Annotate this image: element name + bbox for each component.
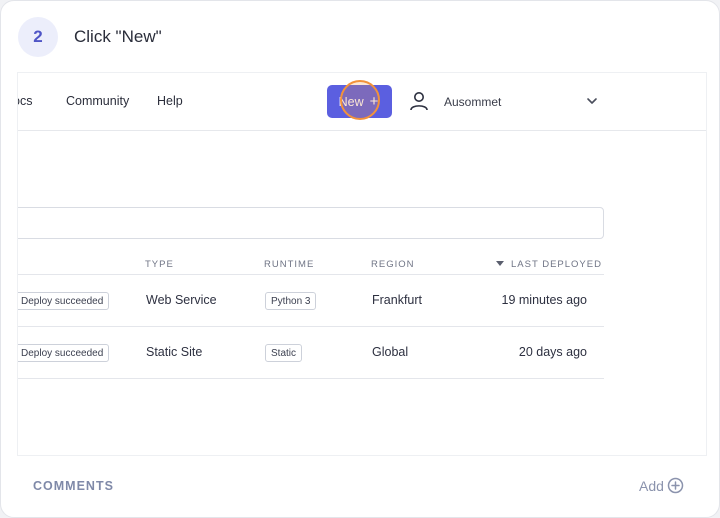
- add-comment-label: Add: [639, 477, 664, 494]
- column-header-runtime[interactable]: RUNTIME: [264, 259, 314, 270]
- column-header-last-deployed-label: LAST DEPLOYED: [511, 259, 602, 270]
- add-comment-button[interactable]: Add: [639, 477, 684, 494]
- user-icon[interactable]: [408, 90, 430, 112]
- step-instruction: Click "New": [74, 27, 162, 46]
- column-header-type[interactable]: TYPE: [145, 259, 174, 270]
- status-badge: Deploy succeeded: [18, 344, 110, 362]
- top-navigation-bar: Docs Community Help New + Ausommet: [18, 73, 706, 131]
- sort-descending-icon: [496, 261, 504, 266]
- region: Global: [372, 345, 409, 359]
- step-number-badge: 2: [18, 17, 58, 57]
- row-divider: [18, 378, 604, 379]
- new-button-label: New: [338, 94, 364, 109]
- last-deployed: 19 minutes ago: [501, 293, 587, 307]
- chevron-down-icon[interactable]: [585, 94, 599, 108]
- runtime-badge: Static: [265, 344, 303, 362]
- app-screenshot: Docs Community Help New + Ausommet TYPE …: [18, 73, 706, 455]
- search-input[interactable]: [18, 207, 604, 239]
- nav-link-docs[interactable]: Docs: [18, 94, 32, 108]
- nav-link-community[interactable]: Community: [66, 94, 129, 108]
- last-deployed: 20 days ago: [518, 345, 587, 359]
- region: Frankfurt: [372, 293, 423, 307]
- status-badge: Deploy succeeded: [18, 292, 110, 310]
- plus-circle-icon: [667, 477, 684, 494]
- row-divider: [18, 326, 604, 327]
- runtime-badge: Python 3: [265, 292, 317, 310]
- nav-link-help[interactable]: Help: [157, 94, 183, 108]
- column-header-region[interactable]: REGION: [371, 259, 414, 270]
- header-divider: [18, 274, 604, 275]
- service-type: Static Site: [146, 345, 203, 359]
- comments-heading: COMMENTS: [33, 479, 114, 493]
- service-type: Web Service: [146, 293, 217, 307]
- account-name[interactable]: Ausommet: [444, 95, 501, 109]
- step-number: 2: [33, 27, 43, 46]
- column-header-last-deployed[interactable]: LAST DEPLOYED: [496, 259, 602, 270]
- plus-icon: +: [369, 93, 379, 110]
- new-button[interactable]: New +: [327, 85, 392, 118]
- step-card: 2 Click "New" Docs Community Help New + …: [0, 0, 720, 518]
